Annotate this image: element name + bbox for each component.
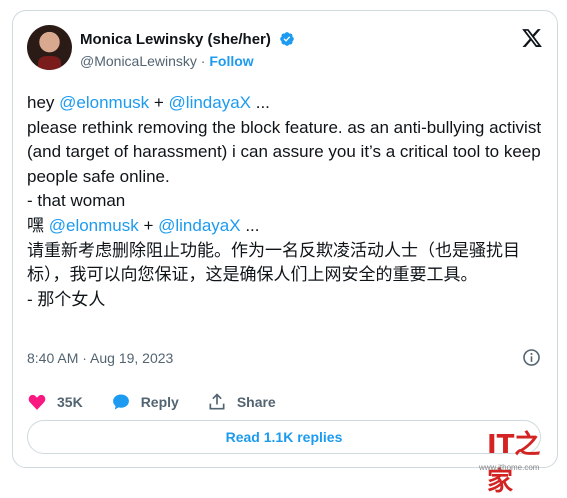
- follow-button[interactable]: Follow: [209, 53, 253, 69]
- reply-bubble-icon: [112, 394, 129, 410]
- author-name-row[interactable]: Monica Lewinsky (she/her): [80, 31, 295, 48]
- timestamp[interactable]: 8:40 AM · Aug 19, 2023: [27, 350, 173, 366]
- handle-row: @MonicaLewinsky · Follow: [80, 53, 254, 69]
- mention-elonmusk-zh[interactable]: @elonmusk: [49, 216, 139, 235]
- separator: ·: [196, 53, 210, 69]
- action-bar: 35K Reply Share: [27, 390, 304, 414]
- info-icon[interactable]: [522, 348, 541, 367]
- x-logo-icon[interactable]: [521, 27, 543, 49]
- mention-lindayax-zh[interactable]: @lindayaX: [158, 216, 240, 235]
- author-name[interactable]: Monica Lewinsky (she/her): [80, 31, 271, 48]
- like-button[interactable]: 35K: [27, 392, 83, 412]
- watermark-site: www.ithome.com: [479, 463, 540, 472]
- ellipsis: ...: [251, 93, 270, 112]
- reply-button[interactable]: Reply: [111, 392, 179, 412]
- english-body: please rethink removing the block featur…: [27, 117, 542, 211]
- verified-badge-icon: [280, 32, 294, 46]
- mention-lindayax[interactable]: @lindayaX: [169, 93, 251, 112]
- watermark-logo: IT之家: [487, 430, 541, 497]
- author-handle[interactable]: @MonicaLewinsky: [80, 53, 197, 69]
- tweet-text-chinese: 嘿 @elonmusk + @lindayaX ... 请重新考虑删除阻止功能。…: [27, 214, 542, 312]
- author-avatar[interactable]: [27, 25, 72, 70]
- greeting: hey: [27, 93, 60, 112]
- chinese-body: 请重新考虑删除阻止功能。作为一名反欺凌活动人士（也是骚扰目标），我可以向您保证，…: [27, 240, 520, 309]
- mention-elonmusk[interactable]: @elonmusk: [59, 93, 149, 112]
- like-count: 35K: [57, 394, 83, 410]
- share-label: Share: [236, 394, 276, 410]
- share-button[interactable]: Share: [207, 392, 276, 412]
- plus: +: [149, 93, 169, 112]
- reply-label: Reply: [140, 394, 179, 410]
- plus-zh: +: [138, 216, 159, 235]
- read-replies-button[interactable]: Read 1.1K replies: [27, 420, 541, 454]
- watermark: IT之家 www.ithome.com: [479, 424, 563, 497]
- tweet-text-english: hey @elonmusk + @lindayaX ... please ret…: [27, 91, 542, 214]
- tweet-card: Monica Lewinsky (she/her) @MonicaLewinsk…: [12, 10, 558, 468]
- ellipsis-zh: ...: [240, 216, 260, 235]
- share-icon: [209, 393, 225, 410]
- greeting-zh: 嘿: [27, 216, 49, 235]
- heart-icon: [28, 394, 46, 410]
